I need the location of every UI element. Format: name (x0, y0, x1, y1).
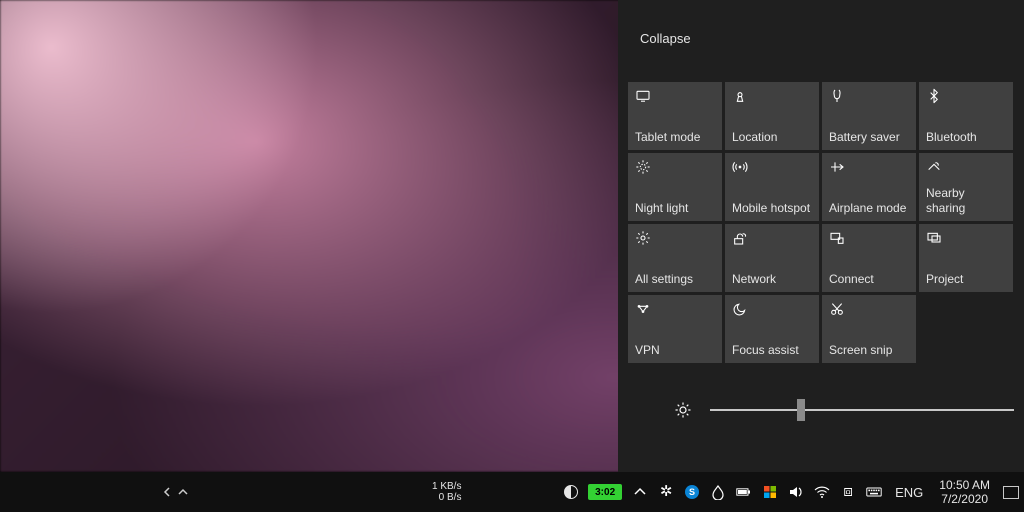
up-arrow-icon (178, 487, 188, 497)
battery-icon (829, 88, 845, 104)
tile-label: Nearby sharing (926, 186, 1006, 215)
volume-tray-icon[interactable] (783, 472, 809, 512)
phase-tray-icon[interactable] (559, 472, 583, 512)
quick-action-grid: Tablet mode Location Battery saver Bluetoot… (628, 82, 1016, 363)
settings-tray-icon[interactable]: ✲ (653, 472, 679, 512)
left-arrow-icon (162, 487, 172, 497)
vpn-icon (635, 301, 651, 317)
airplane-icon (829, 159, 845, 175)
quick-action-network[interactable]: Network (725, 224, 819, 292)
clock-time: 10:50 AM (939, 478, 990, 492)
action-center-panel: Collapse Tablet mode Location Battery save… (618, 0, 1024, 472)
quick-action-project[interactable]: Project (919, 224, 1013, 292)
brightness-icon (674, 401, 692, 419)
tile-label: Screen snip (829, 343, 909, 357)
quick-action-focus[interactable]: Focus assist (725, 295, 819, 363)
skype-tray-icon[interactable]: S (679, 472, 705, 512)
dropbox-tray-icon[interactable]: ⧈ (835, 472, 861, 512)
tray-overflow-button[interactable] (627, 472, 653, 512)
night-icon (635, 159, 651, 175)
net-speed-indicator: 1 KB/s 0 B/s (432, 472, 461, 512)
tile-label: Focus assist (732, 343, 812, 357)
tile-label: Tablet mode (635, 130, 715, 144)
collapse-button[interactable]: Collapse (630, 22, 701, 56)
quick-action-tablet[interactable]: Tablet mode (628, 82, 722, 150)
brightness-control (628, 390, 1014, 430)
net-download-label: 0 B/s (432, 492, 461, 503)
tile-label: Bluetooth (926, 130, 1006, 144)
tile-label: Network (732, 272, 812, 286)
language-indicator[interactable]: ENG (887, 472, 931, 512)
quick-action-location[interactable]: Location (725, 82, 819, 150)
tile-label: Location (732, 130, 812, 144)
quick-action-connect[interactable]: Connect (822, 224, 916, 292)
tablet-icon (635, 88, 651, 104)
snip-icon (829, 301, 845, 317)
droplet-tray-icon[interactable] (705, 472, 731, 512)
tile-label: Night light (635, 201, 715, 215)
battery-time-pill[interactable]: 3:02 (583, 472, 627, 512)
svg-text:S: S (689, 487, 695, 497)
tile-label: Airplane mode (829, 201, 909, 215)
nearby-icon (926, 159, 942, 175)
quick-action-vpn[interactable]: VPN (628, 295, 722, 363)
tile-label: Mobile hotspot (732, 201, 812, 215)
quick-action-snip[interactable]: Screen snip (822, 295, 916, 363)
clock-date: 7/2/2020 (941, 492, 988, 506)
connect-icon (829, 230, 845, 246)
settings-icon (635, 230, 651, 246)
clock[interactable]: 10:50 AM 7/2/2020 (931, 472, 998, 512)
quick-action-bluetooth[interactable]: Bluetooth (919, 82, 1013, 150)
net-upload-label: 1 KB/s (432, 481, 461, 492)
quick-action-night[interactable]: Night light (628, 153, 722, 221)
bluetooth-icon (926, 88, 942, 104)
quick-action-nearby[interactable]: Nearby sharing (919, 153, 1013, 221)
wifi-tray-icon[interactable] (809, 472, 835, 512)
notifications-button[interactable] (998, 472, 1024, 512)
quick-action-airplane[interactable]: Airplane mode (822, 153, 916, 221)
keyboard-tray-icon[interactable] (861, 472, 887, 512)
location-icon (732, 88, 748, 104)
tile-label: All settings (635, 272, 715, 286)
brightness-slider[interactable] (710, 402, 1014, 418)
project-icon (926, 230, 942, 246)
quick-action-battery[interactable]: Battery saver (822, 82, 916, 150)
battery-tray-icon[interactable] (731, 472, 757, 512)
quick-action-settings[interactable]: All settings (628, 224, 722, 292)
taskbar-arrows (162, 472, 188, 512)
hotspot-icon (732, 159, 748, 175)
security-tray-icon[interactable] (757, 472, 783, 512)
tile-label: Project (926, 272, 1006, 286)
quick-action-hotspot[interactable]: Mobile hotspot (725, 153, 819, 221)
tile-label: VPN (635, 343, 715, 357)
taskbar: 1 KB/s 0 B/s 3:02 ✲ S ⧈ ENG 10:50 AM 7/2… (0, 472, 1024, 512)
tile-label: Connect (829, 272, 909, 286)
tile-label: Battery saver (829, 130, 909, 144)
focus-icon (732, 301, 748, 317)
network-icon (732, 230, 748, 246)
